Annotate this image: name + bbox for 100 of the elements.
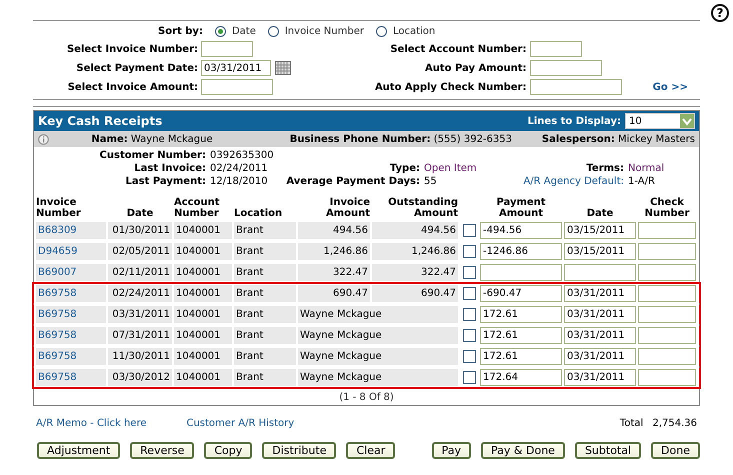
action-button[interactable]: Copy [204,442,252,459]
column-header: Date [126,208,154,219]
table-cell: 322.47 [372,264,458,281]
pagination-label: (1 - 8 Of 8) [338,391,395,405]
date-field[interactable] [564,264,636,281]
date-field[interactable]: 03/31/2011 [564,369,636,386]
payment-field[interactable]: 172.61 [480,348,562,365]
info-value: 55 [424,176,438,187]
table-cell: 1040001 [174,264,232,281]
table-cell: Brant [234,369,296,386]
input-field[interactable] [530,79,622,95]
radio-label: Date [232,26,256,37]
invoice-link[interactable]: B69007 [36,264,106,281]
radio-button[interactable] [214,26,226,37]
invoice-link[interactable]: B68309 [36,222,106,239]
check-field[interactable] [638,327,696,344]
payment-field[interactable]: -1246.86 [480,243,562,260]
row-checkbox[interactable] [462,308,476,321]
payment-field[interactable] [480,264,562,281]
column-header: Account Number [174,197,220,219]
lines-dropdown[interactable]: 10 [625,113,695,129]
calendar-icon[interactable] [275,61,291,75]
date-field[interactable]: 03/15/2011 [564,222,636,239]
row-checkbox[interactable] [462,329,476,342]
check-field[interactable] [638,264,696,281]
payment-field[interactable]: 172.61 [480,327,562,344]
check-field[interactable] [638,306,696,323]
action-button[interactable]: Done [651,442,700,459]
input-field[interactable] [530,60,602,76]
footer-link[interactable]: Customer A/R History [186,418,294,428]
invoice-link[interactable]: B69758 [36,285,106,302]
date-field[interactable]: 03/31/2011 [564,285,636,302]
table-cell: 494.56 [298,222,370,239]
check-field[interactable] [638,243,696,260]
invoice-link[interactable]: B69758 [36,327,106,344]
action-button[interactable]: Distribute [262,442,336,459]
table-cell: 02/24/2011 [108,285,172,302]
table-cell: Wayne Mckague [298,306,458,323]
date-field[interactable]: 03/31/2011 [564,348,636,365]
input-field[interactable] [201,79,273,95]
action-button[interactable]: Subtotal [574,442,642,459]
date-field[interactable]: 03/31/2011 [564,306,636,323]
column-header: Date [586,208,614,219]
action-button[interactable]: Pay [432,442,472,459]
go-link[interactable]: Go >> [652,82,688,92]
row-checkbox[interactable] [462,371,476,384]
help-icon[interactable]: ? [711,4,729,22]
action-button[interactable]: Clear [346,442,396,459]
invoice-link[interactable]: B69758 [36,306,106,323]
table-cell: 03/30/2012 [108,369,172,386]
info-label: Customer Number: [98,150,206,161]
check-field[interactable] [638,285,696,302]
table-cell: 690.47 [372,285,458,302]
info-label: Last Payment: [124,176,206,187]
action-button[interactable]: Reverse [130,442,194,459]
field-label: Select Invoice Amount: [66,82,198,92]
payment-field[interactable]: -494.56 [480,222,562,239]
table-cell: 1040001 [174,222,232,239]
footer-link[interactable]: A/R Memo - Click here [36,418,146,428]
info-icon[interactable] [38,134,49,144]
row-checkbox[interactable] [462,287,476,300]
check-field[interactable] [638,222,696,239]
payment-field[interactable]: 172.64 [480,369,562,386]
action-button[interactable]: Adjustment [37,442,120,459]
table-cell: 494.56 [372,222,458,239]
invoice-link[interactable]: D94659 [36,243,106,260]
invoice-link[interactable]: B69758 [36,369,106,386]
row-checkbox[interactable] [462,350,476,363]
field-label: Select Account Number: [389,44,526,54]
input-field[interactable] [201,41,253,57]
row-checkbox[interactable] [462,245,476,258]
table-cell: Brant [234,348,296,365]
radio-button[interactable] [376,26,387,37]
invoice-link[interactable]: B69758 [36,348,106,365]
info-label: Average Payment Days: [285,176,420,187]
action-button[interactable]: Pay & Done [481,442,565,459]
check-field[interactable] [638,369,696,386]
table-cell: 02/05/2011 [108,243,172,260]
date-field[interactable]: 03/15/2011 [564,243,636,260]
table-cell: 1,246.86 [372,243,458,260]
table-cell: Brant [234,222,296,239]
field-label: Select Payment Date: [75,62,198,74]
radio-button[interactable] [268,26,279,37]
row-checkbox[interactable] [462,266,476,279]
input-field[interactable]: 03/31/2011 [201,60,271,76]
lines-label: Lines to Display: [528,116,621,126]
column-header: Location [234,208,284,219]
row-checkbox[interactable] [462,224,476,237]
table-cell: 07/31/2011 [108,327,172,344]
table-cell: 690.47 [298,285,370,302]
total-label: Total 2,754.36 [620,418,697,428]
input-field[interactable] [530,41,582,57]
info-label: Type: [388,163,420,174]
agency-link[interactable]: A/R Agency Default: [514,176,624,187]
check-field[interactable] [638,348,696,365]
column-header: Invoice Amount [324,197,370,219]
payment-field[interactable]: -690.47 [480,285,562,302]
payment-field[interactable]: 172.61 [480,306,562,323]
panel-title: Key Cash Receipts [38,114,162,128]
date-field[interactable]: 03/31/2011 [564,327,636,344]
